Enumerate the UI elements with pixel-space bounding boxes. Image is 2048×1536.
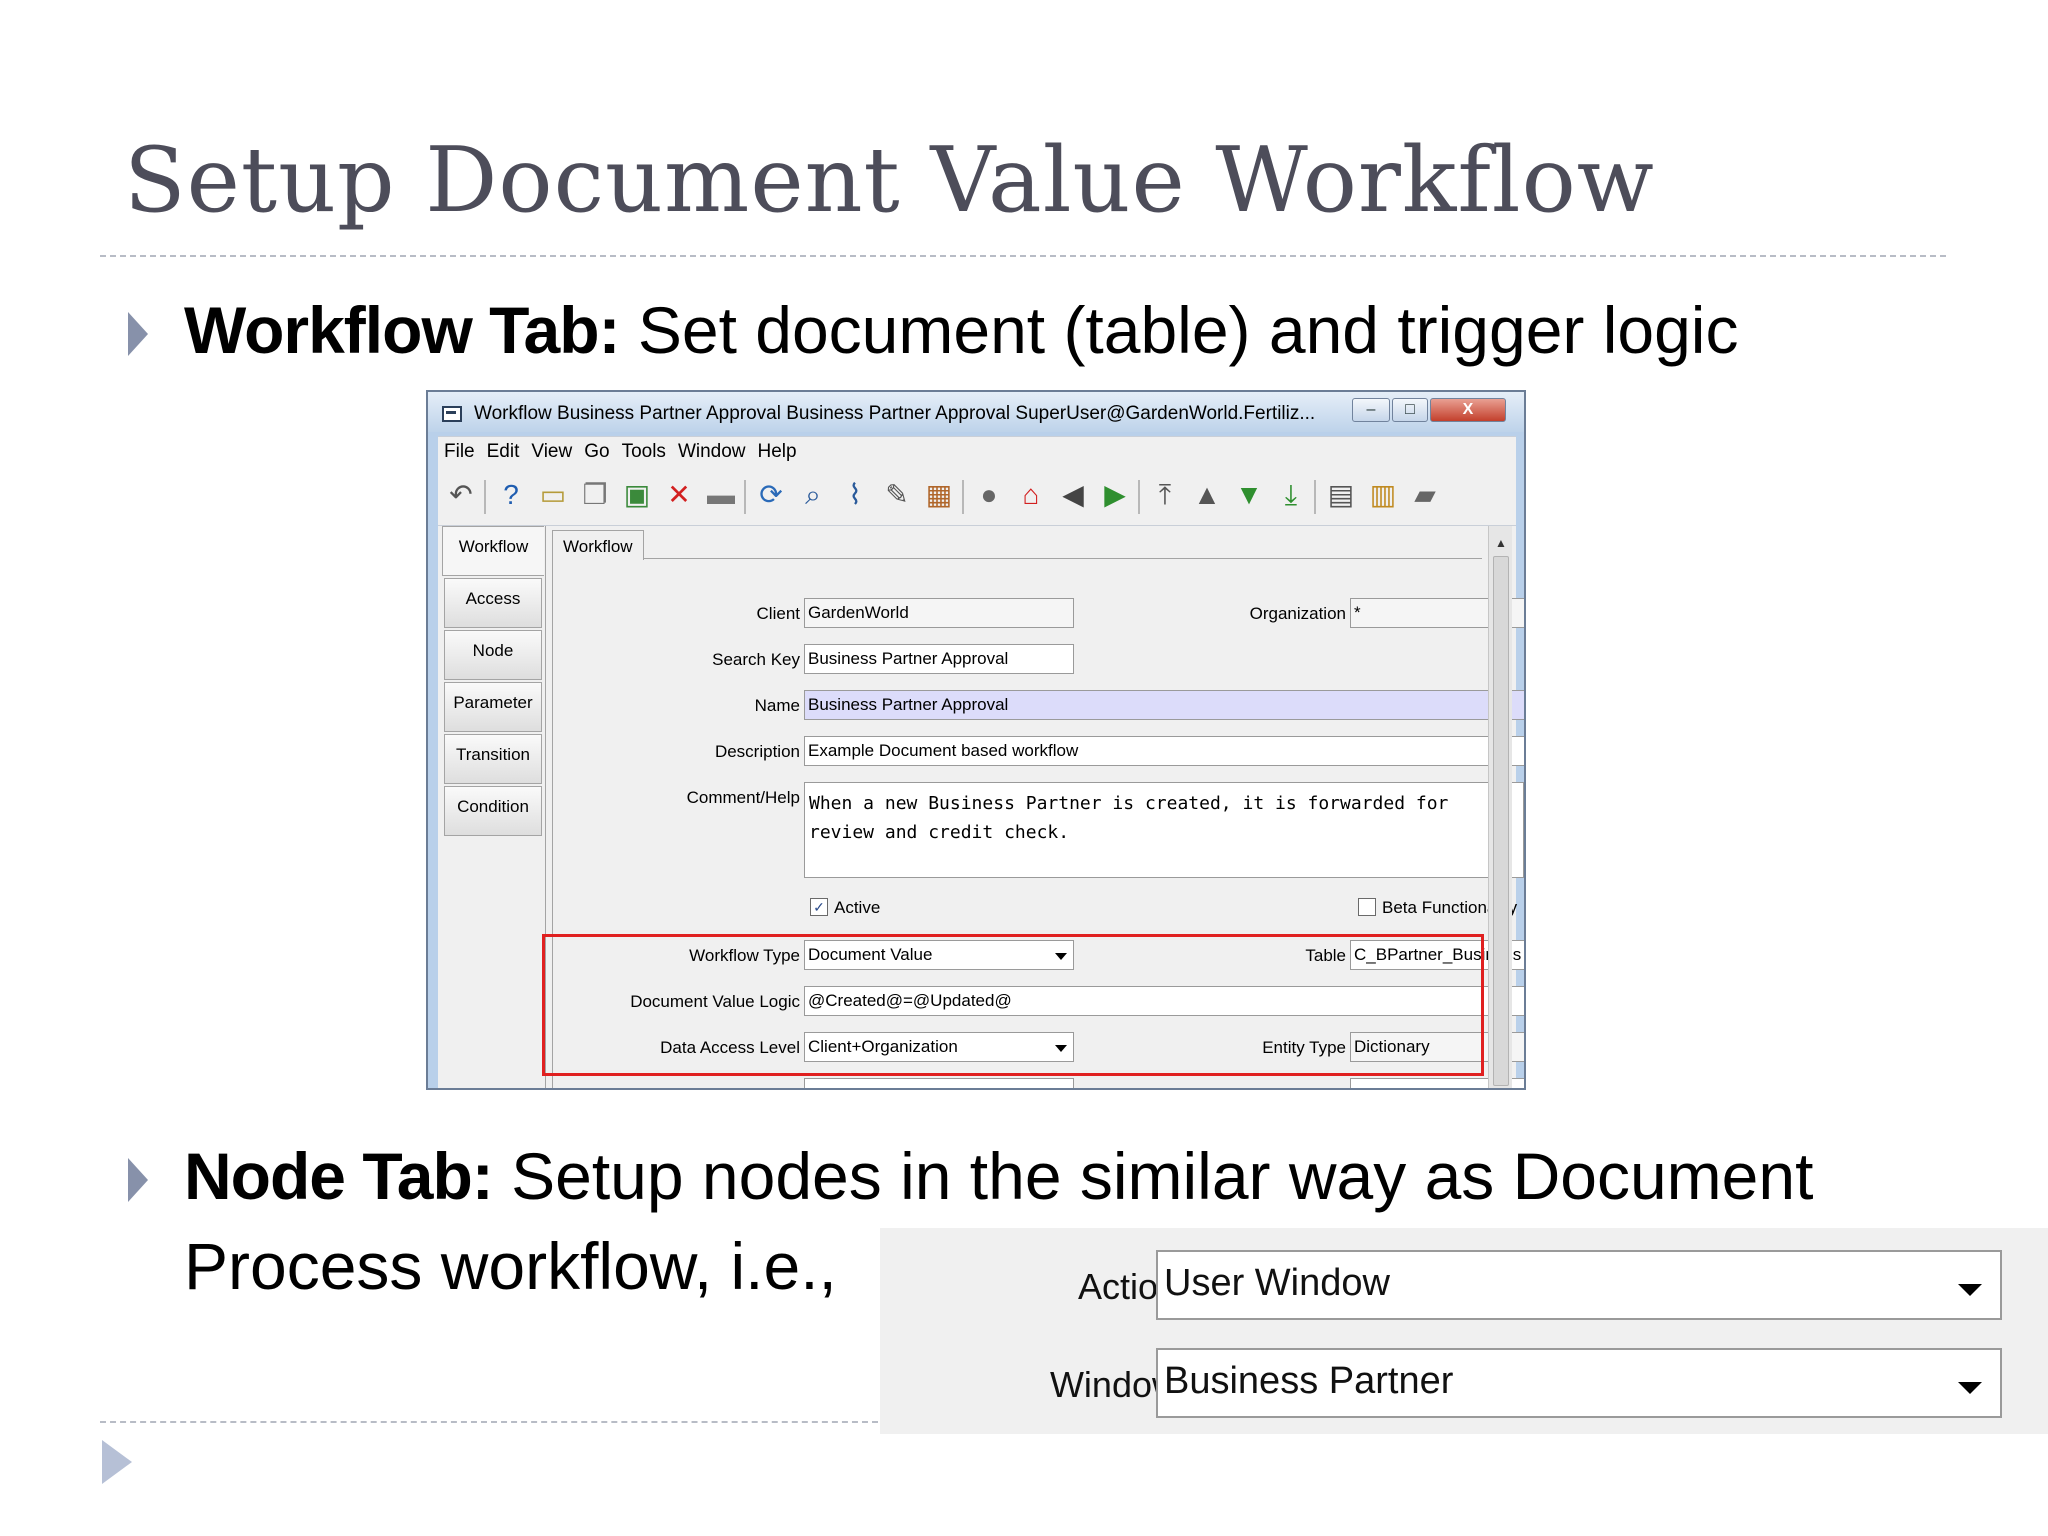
slide-title: Setup Document Value Workflow	[124, 128, 1655, 233]
delete-icon[interactable]: ✕	[662, 478, 696, 512]
first-record-icon[interactable]: ⤒	[1148, 478, 1182, 512]
bullet-node-tab: Node Tab: Setup nodes in the similar way…	[184, 1132, 1813, 1220]
comment-help-label: Comment/Help	[686, 788, 800, 807]
action-label: Action	[1077, 1266, 1178, 1307]
window-titlebar: Workflow Business Partner Approval Busin…	[428, 392, 1524, 432]
node-tab-inset: Action User Window Window Business Partn…	[880, 1228, 2048, 1434]
forward-icon[interactable]: ▶	[1098, 478, 1132, 512]
title-divider	[100, 255, 1946, 257]
side-tab-node[interactable]: Node	[444, 630, 542, 680]
menu-file[interactable]: File	[438, 437, 481, 463]
window-label: Window	[1049, 1364, 1178, 1405]
active-label: Active	[834, 898, 881, 917]
last-record-icon[interactable]: ⤓	[1274, 478, 1308, 512]
beta-functionality-checkbox[interactable]	[1358, 898, 1376, 916]
back-icon[interactable]: ◀	[1056, 478, 1090, 512]
client-label: Client	[756, 604, 800, 623]
bullet-workflow-tab-text: Set document (table) and trigger logic	[619, 293, 1739, 367]
active-checkbox[interactable]: ✓	[810, 898, 828, 916]
client-field[interactable]: GardenWorld	[804, 598, 1074, 628]
tab-workflow[interactable]: Workflow	[552, 530, 644, 560]
app-icon	[442, 406, 462, 422]
side-tab-parameter[interactable]: Parameter	[444, 682, 542, 732]
chevron-down-icon	[1958, 1284, 1982, 1296]
bullet-node-tab-text: Setup nodes in the similar way as Docume…	[492, 1139, 1814, 1213]
scroll-up-icon[interactable]: ▲	[1495, 536, 1507, 550]
menu-edit[interactable]: Edit	[481, 437, 526, 463]
description-label: Description	[714, 742, 800, 761]
save-disk-icon[interactable]: ▬	[704, 478, 738, 512]
search-key-field[interactable]: Business Partner Approval	[804, 644, 1074, 674]
footer-divider	[100, 1421, 878, 1423]
action-select[interactable]: User Window	[1156, 1250, 2002, 1320]
refresh-icon[interactable]: ⟳	[754, 478, 788, 512]
undo-icon[interactable]: ↶	[444, 478, 478, 512]
highlight-box	[542, 934, 1484, 1076]
bullet-arrow-icon	[128, 1158, 148, 1202]
search-key-label: Search Key	[712, 650, 800, 669]
previous-record-icon[interactable]: ▲	[1190, 478, 1224, 512]
vertical-scrollbar[interactable]: ▲	[1488, 526, 1512, 1088]
organization-label: Organization	[1249, 604, 1346, 623]
report-icon[interactable]: ▤	[1324, 478, 1358, 512]
menu-tools[interactable]: Tools	[616, 437, 672, 463]
close-button[interactable]: X	[1430, 398, 1506, 422]
side-tab-transition[interactable]: Transition	[444, 734, 542, 784]
comment-help-textarea[interactable]: When a new Business Partner is created, …	[804, 782, 1524, 878]
menu-help[interactable]: Help	[752, 437, 803, 463]
bullet-workflow-tab: Workflow Tab: Set document (table) and t…	[184, 286, 1738, 374]
grid-toggle-icon[interactable]: ▦	[922, 478, 956, 512]
window-title: Workflow Business Partner Approval Busin…	[474, 403, 1316, 424]
chevron-down-icon	[1958, 1382, 1982, 1394]
window-select[interactable]: Business Partner	[1156, 1348, 2002, 1418]
maximize-button[interactable]: □	[1392, 398, 1428, 422]
toolbar-separator	[744, 480, 746, 514]
copy-record-icon[interactable]: ❐	[578, 478, 612, 512]
scroll-thumb[interactable]	[1493, 556, 1509, 1086]
name-field[interactable]: Business Partner Approval	[804, 690, 1524, 720]
menu-go[interactable]: Go	[578, 437, 615, 463]
window-value: Business Partner	[1164, 1360, 1454, 1402]
next-record-icon[interactable]: ▼	[1232, 478, 1266, 512]
menu-window[interactable]: Window	[672, 437, 752, 463]
find-icon[interactable]: ⌕	[796, 478, 830, 512]
menu-bar: File Edit View Go Tools Window Help	[438, 436, 1516, 466]
toolbar-separator	[1138, 480, 1140, 514]
help-icon[interactable]: ?	[494, 478, 528, 512]
toolbar-separator	[1314, 480, 1316, 514]
side-tab-access[interactable]: Access	[444, 578, 542, 628]
next-row-field[interactable]	[804, 1078, 1074, 1088]
action-value: User Window	[1164, 1262, 1390, 1304]
minimize-button[interactable]: –	[1352, 398, 1390, 422]
bullet-node-tab-heading: Node Tab:	[184, 1139, 494, 1213]
attachment-icon[interactable]: ⌇	[838, 478, 872, 512]
toolbar: ↶? ▭ ❐ ▣ ✕ ▬ ⟳ ⌕ ⌇ ✎ ▦ ● ⌂ ◀ ▶ ⤒ ▲ ▼ ⤓ ▤ ▥ ▰	[438, 466, 1516, 526]
bullet-node-tab-line2: Process workflow, i.e.,	[184, 1229, 837, 1303]
new-record-icon[interactable]: ▭	[536, 478, 570, 512]
print-icon[interactable]: ▰	[1408, 478, 1442, 512]
chat-icon[interactable]: ✎	[880, 478, 914, 512]
side-tab-condition[interactable]: Condition	[444, 786, 542, 836]
history-icon[interactable]: ●	[972, 478, 1006, 512]
side-tab-workflow[interactable]: Workflow	[442, 526, 544, 576]
footer-arrow-icon	[102, 1440, 132, 1484]
toolbar-separator	[484, 480, 486, 514]
bullet-arrow-icon	[128, 312, 148, 356]
name-label: Name	[754, 696, 800, 715]
save-icon[interactable]: ▣	[620, 478, 654, 512]
home-icon[interactable]: ⌂	[1014, 478, 1048, 512]
bullet-workflow-tab-heading: Workflow Tab:	[184, 293, 621, 367]
description-field[interactable]: Example Document based workflow	[804, 736, 1524, 766]
toolbar-separator	[962, 480, 964, 514]
comment-help-textarea-padding	[1524, 782, 1526, 878]
menu-view[interactable]: View	[525, 437, 578, 463]
archive-icon[interactable]: ▥	[1366, 478, 1400, 512]
